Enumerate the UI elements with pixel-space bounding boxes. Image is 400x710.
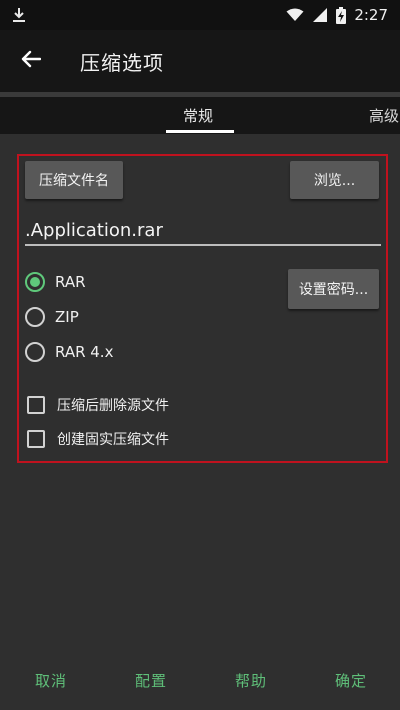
archive-name-button[interactable]: 压缩文件名 [25,161,123,199]
format-label: RAR [55,273,86,291]
battery-charging-icon [336,6,347,24]
status-time: 2:27 [354,6,388,24]
format-option-rar[interactable]: RAR [25,270,86,294]
signal-icon [312,7,328,23]
radio-checked-icon [25,272,45,292]
radio-unchecked-icon [25,342,45,362]
format-option-zip[interactable]: ZIP [25,305,79,329]
archive-name-input[interactable] [25,216,381,246]
config-button[interactable]: 配置 [135,670,167,691]
tab-bar: 常规 高级 [0,92,400,134]
tab-indicator [166,130,234,133]
tab-general[interactable]: 常规 [183,105,213,126]
set-password-button[interactable]: 设置密码... [288,269,379,309]
cancel-button[interactable]: 取消 [35,670,67,691]
download-icon [12,7,26,23]
checkbox-unchecked-icon [27,396,45,414]
general-options-panel: 压缩文件名 浏览... RAR ZIP RAR 4.x 设置密码... 压缩后删… [17,154,388,463]
tab-advanced[interactable]: 高级 [369,105,399,126]
checkbox-unchecked-icon [27,430,45,448]
bottom-action-bar: 取消 配置 帮助 确定 [0,662,400,702]
format-label: ZIP [55,308,79,326]
solid-archive-checkbox[interactable]: 创建固实压缩文件 [27,428,169,450]
browse-button[interactable]: 浏览... [290,161,379,199]
radio-unchecked-icon [25,307,45,327]
page-title: 压缩选项 [80,50,164,75]
checkbox-label: 压缩后删除源文件 [57,398,169,414]
back-button[interactable] [0,30,62,92]
format-label: RAR 4.x [55,343,114,361]
app-bar: 压缩选项 [0,30,400,92]
checkbox-label: 创建固实压缩文件 [57,432,169,448]
status-bar: 2:27 [0,0,400,30]
format-option-rar4[interactable]: RAR 4.x [25,340,113,364]
ok-button[interactable]: 确定 [335,670,367,691]
wifi-icon [286,8,304,22]
help-button[interactable]: 帮助 [235,670,267,691]
arrow-left-icon [21,50,42,72]
delete-source-checkbox[interactable]: 压缩后删除源文件 [27,394,169,416]
